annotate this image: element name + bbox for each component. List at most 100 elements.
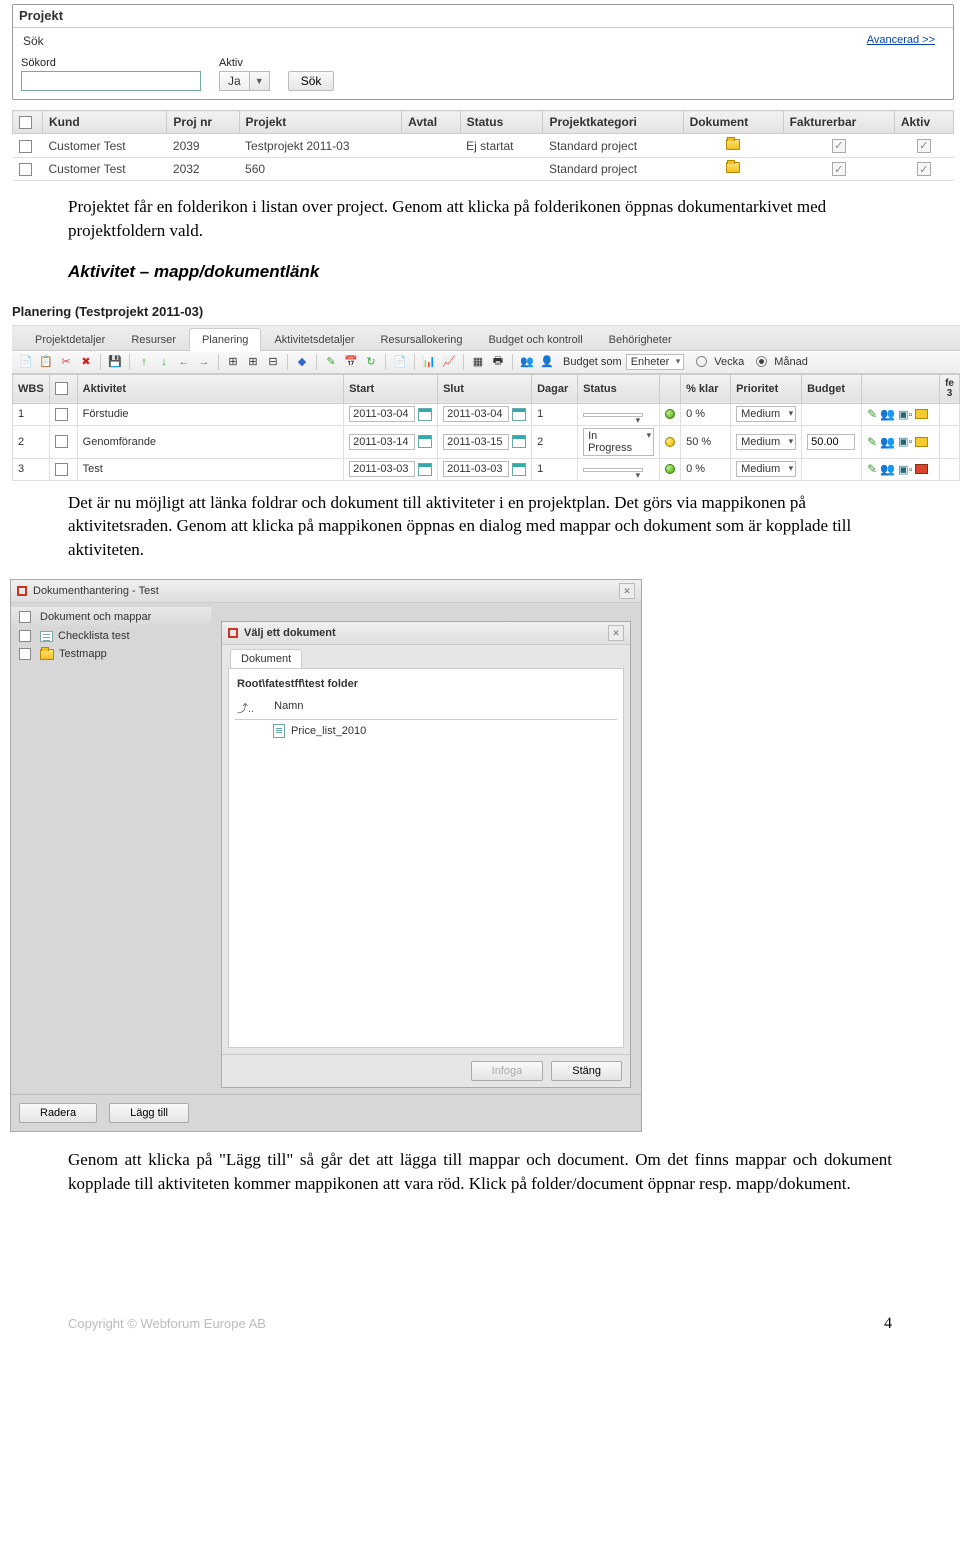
arrow-left-icon[interactable]: ← bbox=[176, 354, 192, 370]
budget-input[interactable] bbox=[807, 434, 855, 450]
file-row[interactable]: Price_list_2010 bbox=[235, 720, 617, 742]
row-checkbox[interactable] bbox=[55, 463, 68, 476]
status-select[interactable] bbox=[583, 413, 643, 417]
table-row[interactable]: Customer Test2039Testprojekt 2011-03Ej s… bbox=[13, 134, 954, 158]
table-row[interactable]: 1Förstudie2011-03-042011-03-0410 %Medium… bbox=[13, 403, 960, 425]
edit-icon[interactable]: ✎ bbox=[867, 435, 877, 449]
close-icon[interactable]: ✕ bbox=[619, 583, 635, 599]
gantt-icon[interactable]: 📈 bbox=[441, 354, 457, 370]
col-prioritet[interactable]: Prioritet bbox=[731, 374, 802, 403]
calendar-icon[interactable] bbox=[512, 435, 526, 448]
prioritet-select[interactable]: Medium bbox=[736, 434, 796, 450]
radera-button[interactable]: Radera bbox=[19, 1103, 97, 1123]
folder-up-icon[interactable]: ⤴.. bbox=[237, 700, 254, 716]
arrow-down-icon[interactable]: ↓ bbox=[156, 354, 172, 370]
link-icon[interactable]: ▣▫ bbox=[898, 408, 912, 421]
col-kund[interactable]: Kund bbox=[43, 111, 167, 134]
folder-yellow-icon[interactable] bbox=[915, 409, 928, 419]
vecka-radio[interactable] bbox=[696, 356, 707, 367]
calendar-icon[interactable] bbox=[418, 463, 432, 476]
aktiv-checkbox[interactable]: ✓ bbox=[917, 139, 931, 153]
tab-behörigheter[interactable]: Behörigheter bbox=[596, 328, 685, 351]
col-budget[interactable]: Budget bbox=[802, 374, 862, 403]
people-icon[interactable]: 👥 bbox=[880, 435, 895, 449]
link-icon[interactable]: ▣▫ bbox=[898, 463, 912, 476]
lagg-till-button[interactable]: Lägg till bbox=[109, 1103, 189, 1123]
cell-dagar[interactable]: 2 bbox=[532, 425, 578, 458]
tab-budget-och-kontroll[interactable]: Budget och kontroll bbox=[475, 328, 595, 351]
col-projekt[interactable]: Projekt bbox=[239, 111, 402, 134]
col-kategori[interactable]: Projektkategori bbox=[543, 111, 683, 134]
folder-red-icon[interactable] bbox=[915, 464, 928, 474]
start-date-input[interactable]: 2011-03-14 bbox=[349, 434, 415, 450]
grid-select-all[interactable] bbox=[55, 382, 68, 395]
table-row[interactable]: Customer Test2032560Standard project✓✓ bbox=[13, 157, 954, 181]
people-icon[interactable]: 👥 bbox=[880, 462, 895, 476]
refresh-icon[interactable]: ↻ bbox=[363, 354, 379, 370]
tab-projektdetaljer[interactable]: Projektdetaljer bbox=[22, 328, 118, 351]
prioritet-select[interactable]: Medium bbox=[736, 461, 796, 477]
row-checkbox[interactable] bbox=[19, 163, 32, 176]
row-checkbox[interactable] bbox=[55, 435, 68, 448]
calendar-icon[interactable] bbox=[418, 435, 432, 448]
sokord-input[interactable] bbox=[21, 71, 201, 91]
manad-radio[interactable] bbox=[756, 356, 767, 367]
tab-resurser[interactable]: Resurser bbox=[118, 328, 189, 351]
delete-icon[interactable]: ✖ bbox=[78, 354, 94, 370]
aktiv-checkbox[interactable]: ✓ bbox=[917, 162, 931, 176]
infoga-button[interactable]: Infoga bbox=[471, 1061, 544, 1081]
save-icon[interactable]: 💾 bbox=[107, 354, 123, 370]
edit-icon[interactable]: ✎ bbox=[867, 407, 877, 421]
row-checkbox[interactable] bbox=[19, 630, 31, 642]
row-checkbox[interactable] bbox=[19, 648, 31, 660]
cell-pklar[interactable]: 50 % bbox=[681, 425, 731, 458]
tab-resursallokering[interactable]: Resursallokering bbox=[368, 328, 476, 351]
col-pklar[interactable]: % klar bbox=[681, 374, 731, 403]
close-icon[interactable]: ✕ bbox=[608, 625, 624, 641]
select-all-checkbox[interactable] bbox=[19, 116, 32, 129]
col-name[interactable]: Namn bbox=[274, 700, 303, 716]
start-date-input[interactable]: 2011-03-04 bbox=[349, 406, 415, 422]
stang-button[interactable]: Stäng bbox=[551, 1061, 622, 1081]
slut-date-input[interactable]: 2011-03-03 bbox=[443, 461, 509, 477]
aktiv-select[interactable]: Ja bbox=[219, 71, 250, 91]
grid-icon[interactable]: ▦ bbox=[470, 354, 486, 370]
col-dagar[interactable]: Dagar bbox=[532, 374, 578, 403]
fakturerbar-checkbox[interactable]: ✓ bbox=[832, 139, 846, 153]
tab-planering[interactable]: Planering bbox=[189, 328, 261, 351]
new-icon[interactable]: 📄 bbox=[18, 354, 34, 370]
col-status[interactable]: Status bbox=[460, 111, 543, 134]
folder-icon[interactable] bbox=[726, 162, 740, 173]
collapse-icon[interactable]: ⊟ bbox=[265, 354, 281, 370]
budget-select[interactable]: Enheter bbox=[626, 354, 685, 370]
col-status[interactable]: Status bbox=[578, 374, 660, 403]
col-projnr[interactable]: Proj nr bbox=[167, 111, 239, 134]
table-row[interactable]: 2Genomförande2011-03-142011-03-152In Pro… bbox=[13, 425, 960, 458]
doc-icon[interactable]: 📄 bbox=[392, 354, 408, 370]
cell-pklar[interactable]: 0 % bbox=[681, 458, 731, 480]
list-item[interactable]: Checklista test bbox=[11, 627, 211, 645]
expand-icon[interactable]: ⊞ bbox=[225, 354, 241, 370]
col-slut[interactable]: Slut bbox=[438, 374, 532, 403]
col-avtal[interactable]: Avtal bbox=[402, 111, 460, 134]
calendar-icon[interactable]: 📅 bbox=[343, 354, 359, 370]
tab-aktivitetsdetaljer[interactable]: Aktivitetsdetaljer bbox=[261, 328, 367, 351]
people-icon[interactable]: 👥 bbox=[880, 407, 895, 421]
slut-date-input[interactable]: 2011-03-04 bbox=[443, 406, 509, 422]
people-icon[interactable]: 👥 bbox=[519, 354, 535, 370]
search-button[interactable]: Sök bbox=[288, 71, 335, 91]
col-aktiv[interactable]: Aktiv bbox=[894, 111, 953, 134]
status-select[interactable] bbox=[583, 468, 643, 472]
pencil-icon[interactable]: ✎ bbox=[323, 354, 339, 370]
arrow-right-icon[interactable]: → bbox=[196, 354, 212, 370]
expand2-icon[interactable]: ⊞ bbox=[245, 354, 261, 370]
slut-date-input[interactable]: 2011-03-15 bbox=[443, 434, 509, 450]
fakturerbar-checkbox[interactable]: ✓ bbox=[832, 162, 846, 176]
print-icon[interactable]: 🖶 bbox=[490, 354, 506, 370]
link-icon[interactable]: ▣▫ bbox=[898, 435, 912, 448]
arrow-up-icon[interactable]: ↑ bbox=[136, 354, 152, 370]
dokument-tab[interactable]: Dokument bbox=[230, 649, 302, 668]
col-dokument[interactable]: Dokument bbox=[683, 111, 783, 134]
cell-dagar[interactable]: 1 bbox=[532, 403, 578, 425]
row-checkbox[interactable] bbox=[55, 408, 68, 421]
